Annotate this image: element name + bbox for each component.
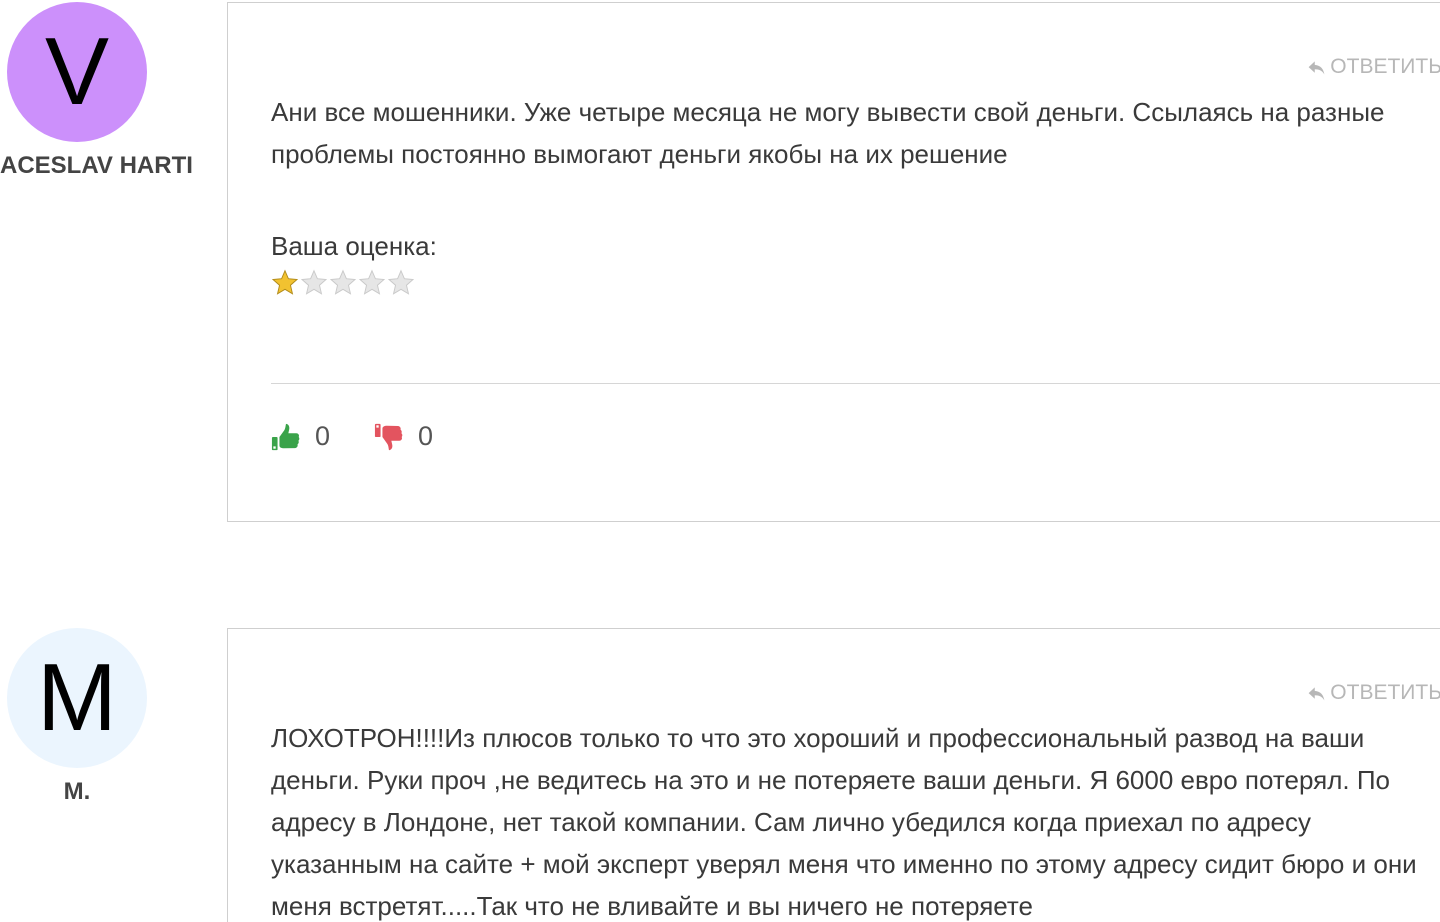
comment-text: ЛОХОТРОН!!!!Из плюсов только то что это …: [271, 723, 1417, 921]
reply-arrow-icon: [1308, 60, 1325, 74]
like-button[interactable]: 0: [271, 421, 330, 452]
reply-label: ОТВЕТИТЬ: [1330, 55, 1440, 78]
comment-author: V ACESLAV HARTI: [0, 2, 193, 180]
comment-card: ОТВЕТИТЬ Ани все мошенники. Уже четыре м…: [227, 2, 1440, 522]
comment-card: ОТВЕТИТЬ ЛОХОТРОН!!!!Из плюсов только то…: [227, 628, 1440, 922]
comment-author: M M.: [0, 628, 154, 806]
avatar: M: [7, 628, 147, 768]
divider: [271, 383, 1440, 384]
star-icon[interactable]: [300, 269, 328, 297]
star-icon[interactable]: [271, 269, 299, 297]
thumbs-down-icon: [374, 423, 403, 450]
star-icon[interactable]: [387, 269, 415, 297]
star-icon[interactable]: [358, 269, 386, 297]
comments-page: V ACESLAV HARTI ОТВЕТИТЬ Ани все мошенни…: [0, 0, 1440, 922]
like-count: 0: [315, 421, 331, 451]
author-name: ACESLAV HARTI: [0, 152, 193, 179]
thumbs-up-icon: [271, 423, 300, 450]
reply-arrow-icon: [1308, 686, 1325, 700]
dislike-count: 0: [418, 421, 434, 451]
reply-button[interactable]: ОТВЕТИТЬ: [1306, 55, 1440, 79]
avatar: V: [7, 2, 147, 142]
dislike-button[interactable]: 0: [374, 421, 433, 452]
vote-bar: 0 0: [271, 421, 477, 452]
reply-button[interactable]: ОТВЕТИТЬ: [1306, 681, 1440, 705]
comment-text: Ани все мошенники. Уже четыре месяца не …: [271, 97, 1385, 169]
reply-label: ОТВЕТИТЬ: [1330, 681, 1440, 704]
star-rating[interactable]: [271, 269, 415, 297]
rating-label: Ваша оценка:: [271, 231, 437, 261]
star-icon[interactable]: [329, 269, 357, 297]
author-name: M.: [63, 778, 91, 805]
